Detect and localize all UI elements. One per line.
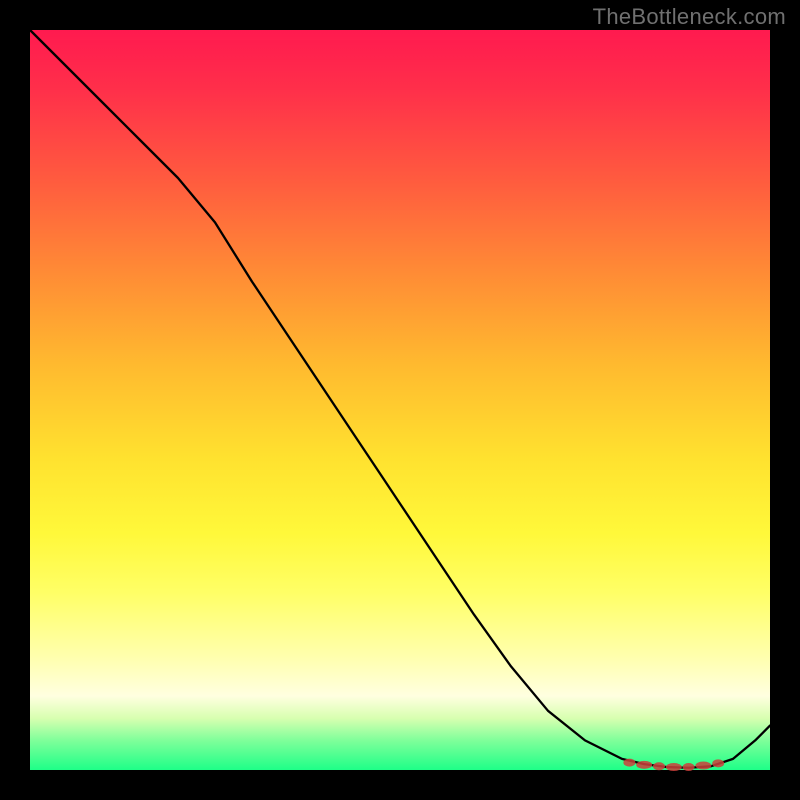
chart-frame: TheBottleneck.com: [0, 0, 800, 800]
optimal-marker: [636, 761, 652, 769]
watermark-text: TheBottleneck.com: [593, 4, 786, 30]
optimal-marker: [653, 762, 665, 770]
chart-svg: [30, 30, 770, 770]
optimal-markers: [623, 759, 724, 771]
optimal-marker: [666, 763, 682, 771]
optimal-marker: [683, 763, 695, 771]
optimal-marker: [712, 759, 724, 767]
optimal-marker: [695, 762, 711, 770]
plot-area: [30, 30, 770, 770]
optimal-marker: [623, 759, 635, 767]
bottleneck-curve: [30, 30, 770, 768]
